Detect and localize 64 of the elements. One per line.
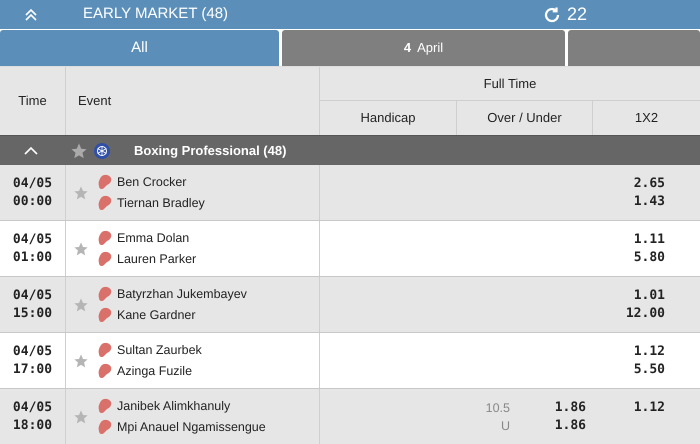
line-label: 10.5 <box>486 400 510 416</box>
fighter-name: Tiernan Bradley <box>117 194 205 212</box>
favorite-star-icon[interactable] <box>73 408 89 424</box>
double-chevron-up-icon[interactable] <box>24 8 38 22</box>
fighter-name: Emma Dolan <box>117 230 190 247</box>
event-time: 15:00 <box>12 304 52 322</box>
league-header[interactable]: Boxing Professional (48) <box>0 135 700 165</box>
fighter-name: Lauren Parker <box>117 250 196 268</box>
fighter-name: Sultan Zaurbek <box>117 342 202 359</box>
odds-value[interactable]: 1.12 <box>634 343 665 361</box>
event-time: 17:00 <box>12 360 52 378</box>
event-time: 01:00 <box>12 248 52 266</box>
event-date: 04/05 <box>12 342 52 360</box>
event-date: 04/05 <box>12 398 52 416</box>
league-name: Boxing Professional (48) <box>134 142 286 160</box>
fighter-name: Ben Crocker <box>117 174 186 191</box>
favorite-star-icon[interactable] <box>73 296 89 312</box>
boxing-glove-icon <box>97 398 113 414</box>
favorite-star-icon[interactable] <box>73 352 89 368</box>
date-tab[interactable]: 4 April <box>282 30 565 66</box>
favorite-star-icon[interactable] <box>73 240 89 256</box>
chevron-up-icon[interactable] <box>24 146 38 156</box>
event-time: 18:00 <box>12 416 52 434</box>
boxing-glove-icon <box>97 174 113 190</box>
boxing-glove-icon <box>97 194 113 211</box>
fighter-name: Mpi Anauel Ngamissengue <box>117 418 266 436</box>
odds-value[interactable]: 1.86 <box>554 398 586 416</box>
fighter-name: Azinga Fuzile <box>117 362 192 380</box>
favorite-star-icon[interactable] <box>73 184 89 200</box>
market-title: EARLY MARKET (48) <box>83 4 228 24</box>
boxing-glove-icon <box>97 250 113 267</box>
boxing-glove-icon <box>97 362 113 379</box>
event-date: 04/05 <box>12 286 52 304</box>
odds-value[interactable]: 1.12 <box>634 399 665 417</box>
boxing-glove-icon <box>97 306 113 323</box>
column-header: Handicap <box>360 109 416 128</box>
odds-value[interactable]: 1.01 <box>634 287 665 305</box>
boxing-glove-icon <box>97 230 113 246</box>
fighter-name: Batyrzhan Jukembayev <box>117 286 247 303</box>
odds-value[interactable]: 12.00 <box>626 305 665 323</box>
odds-value[interactable]: 1.11 <box>634 231 665 249</box>
column-header: Over / Under <box>487 109 562 128</box>
line-label: U <box>500 418 510 434</box>
refresh-icon[interactable] <box>542 6 561 24</box>
column-header: Time <box>18 92 47 110</box>
odds-value[interactable]: 1.86 <box>554 416 586 434</box>
event-time: 00:00 <box>12 192 52 210</box>
column-group-header: Full Time <box>484 74 536 93</box>
column-header: 1X2 <box>634 109 658 128</box>
odds-value[interactable]: 5.80 <box>634 249 665 267</box>
odds-value[interactable]: 5.50 <box>634 361 665 379</box>
boxing-glove-icon <box>97 342 113 358</box>
column-header: Event <box>78 92 112 110</box>
star-icon[interactable] <box>70 142 88 160</box>
refresh-count: 22 <box>566 3 587 26</box>
boxing-glove-icon <box>97 286 113 302</box>
odds-value[interactable]: 2.65 <box>634 175 665 193</box>
event-date: 04/05 <box>12 174 52 192</box>
boxing-glove-icon <box>97 418 113 435</box>
fighter-name: Janibek Alimkhanuly <box>117 398 230 415</box>
sport-icon <box>94 142 110 158</box>
event-date: 04/05 <box>12 230 52 248</box>
odds-value[interactable]: 1.43 <box>634 193 665 211</box>
fighter-name: Kane Gardner <box>117 306 196 324</box>
